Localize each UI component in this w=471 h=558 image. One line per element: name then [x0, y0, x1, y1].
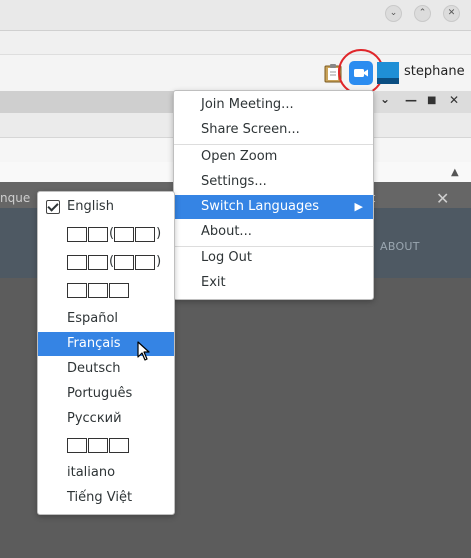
missing-glyph-icon — [135, 226, 156, 242]
menu-item-label: Log Out — [201, 250, 252, 265]
menu-item-label: Settings... — [201, 174, 267, 189]
menu-item-switch-languages[interactable]: Switch Languages ▶ — [174, 195, 373, 219]
missing-glyph-icon — [88, 283, 108, 298]
language-item-russian[interactable]: Русский — [38, 407, 174, 431]
language-item-french[interactable]: Français — [38, 332, 174, 356]
missing-glyph-icon — [67, 254, 87, 270]
mouse-pointer-icon — [137, 341, 150, 361]
menu-item-join-meeting[interactable]: Join Meeting... — [174, 93, 373, 117]
maximize-icon[interactable]: ■ — [427, 95, 436, 106]
language-menu: English () () Español Français Deutsch P… — [37, 191, 175, 515]
tray-menu: Join Meeting... Share Screen... Open Zoo… — [173, 90, 374, 300]
menu-item-label: Share Screen... — [201, 122, 300, 137]
avatar[interactable] — [377, 62, 399, 84]
missing-glyph-icon — [67, 283, 87, 298]
menu-item-about[interactable]: About... — [174, 220, 373, 244]
language-item-italian[interactable]: italiano — [38, 461, 174, 485]
window-titlebar: ⌄ ⌃ ✕ — [0, 0, 471, 30]
chevron-down-icon[interactable]: ⌄ — [385, 5, 402, 22]
background-text: nque — [0, 191, 31, 205]
close-icon[interactable]: ✕ — [443, 5, 460, 22]
language-label: italiano — [67, 465, 116, 480]
missing-glyph-icon — [88, 226, 108, 242]
language-item-german[interactable]: Deutsch — [38, 357, 174, 381]
language-item-japanese[interactable] — [67, 279, 130, 303]
missing-glyph-icon — [109, 283, 129, 298]
language-item-vietnamese[interactable]: Tiếng Việt — [38, 486, 174, 510]
language-item-chinese-simplified[interactable]: () — [67, 222, 161, 246]
about-link[interactable]: ABOUT — [380, 240, 420, 253]
menu-item-label: About... — [201, 224, 252, 239]
checkbox-checked-icon — [46, 200, 60, 214]
missing-glyph-icon — [88, 438, 108, 453]
window-header-left — [0, 91, 181, 113]
close-icon[interactable]: ✕ — [436, 189, 449, 208]
language-label: Português — [67, 386, 133, 401]
missing-glyph-icon — [88, 254, 108, 270]
menu-item-exit[interactable]: Exit — [174, 271, 373, 295]
language-item-english[interactable]: English — [38, 195, 174, 219]
missing-glyph-icon — [135, 254, 156, 270]
user-name[interactable]: stephane — [404, 64, 465, 79]
missing-glyph-icon — [67, 438, 87, 453]
menu-item-label: Switch Languages — [201, 199, 320, 214]
divider — [0, 30, 471, 31]
language-label: Tiếng Việt — [67, 490, 133, 505]
menu-item-share-screen[interactable]: Share Screen... — [174, 118, 373, 142]
menu-item-settings[interactable]: Settings... — [174, 170, 373, 194]
missing-glyph-icon — [109, 438, 129, 453]
chevron-up-icon[interactable]: ⌃ — [414, 5, 431, 22]
language-label: Deutsch — [67, 361, 121, 376]
menu-item-label: Exit — [201, 275, 226, 290]
pin-icon[interactable]: ⌄ — [380, 92, 390, 106]
menu-item-label: Join Meeting... — [201, 97, 294, 112]
language-label: Français — [67, 336, 121, 351]
menu-item-label: Open Zoom — [201, 149, 278, 164]
minimize-icon[interactable]: — — [405, 93, 417, 107]
top-panel — [0, 54, 471, 92]
language-item-spanish[interactable]: Español — [38, 307, 174, 331]
language-item-chinese-traditional[interactable]: () — [67, 250, 161, 274]
language-item-portuguese[interactable]: Português — [38, 382, 174, 406]
close-icon[interactable]: ✕ — [449, 93, 459, 107]
language-item-korean[interactable] — [67, 434, 130, 458]
scroll-up-icon[interactable]: ▲ — [451, 167, 459, 178]
language-label: Русский — [67, 411, 122, 426]
submenu-arrow-icon: ▶ — [354, 200, 363, 213]
menu-item-log-out[interactable]: Log Out — [174, 246, 373, 270]
missing-glyph-icon — [67, 226, 87, 242]
missing-glyph-icon — [114, 226, 135, 242]
missing-glyph-icon — [114, 254, 135, 270]
menu-item-open-zoom[interactable]: Open Zoom — [174, 145, 373, 169]
language-label: Español — [67, 311, 119, 326]
